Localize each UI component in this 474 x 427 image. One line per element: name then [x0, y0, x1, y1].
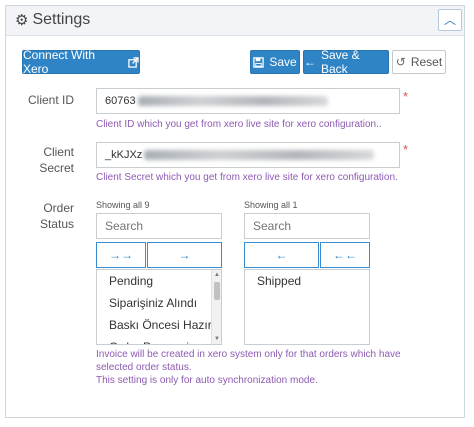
selected-count: Showing all 1 [244, 200, 298, 210]
required-marker: * [403, 89, 409, 104]
scroll-down-icon[interactable]: ▼ [213, 335, 221, 343]
save-label: Save [269, 55, 297, 69]
remove-selected-button[interactable]: ← [244, 242, 319, 268]
order-status-label: Order Status [16, 200, 74, 232]
client-secret-value: _kKJXz [105, 149, 143, 161]
list-item[interactable]: Shipped [245, 270, 369, 292]
available-count: Showing all 9 [96, 200, 150, 210]
chevron-up-icon: ︿ [443, 13, 456, 27]
client-secret-help: Client Secret which you get from xero li… [96, 172, 398, 183]
move-all-button[interactable]: →→ [96, 242, 146, 268]
save-button[interactable]: Save [250, 50, 300, 74]
list-item[interactable]: Siparişiniz Alındı [97, 292, 221, 314]
panel-title-text: Settings [32, 11, 91, 28]
external-link-icon [128, 56, 139, 68]
client-id-value: 60763 [105, 95, 136, 107]
double-arrow-right-icon: →→ [109, 248, 133, 262]
panel-title: ⚙ Settings [15, 11, 90, 29]
client-secret-input[interactable]: _kKJXz [96, 142, 400, 168]
save-icon [253, 56, 265, 68]
available-list[interactable]: Pending Siparişiniz Alındı Baskı Öncesi … [96, 269, 222, 345]
save-and-back-button[interactable]: ← Save & Back [303, 48, 389, 76]
order-status-help-2: selected order status. [96, 362, 192, 373]
scroll-up-icon[interactable]: ▲ [213, 271, 221, 279]
save-back-label: Save & Back [321, 48, 360, 76]
arrow-left-icon: ← [275, 248, 288, 262]
client-id-label: Client ID [27, 93, 74, 107]
client-secret-label: Client Secret [16, 144, 74, 176]
order-status-help-1: Invoice will be created in xero system o… [96, 349, 401, 360]
settings-panel: ⚙ Settings ︿ Connect With Xero Save ← Sa… [5, 5, 465, 418]
selected-list[interactable]: Shipped [244, 269, 370, 345]
order-status-help-3: This setting is only for auto synchroniz… [96, 375, 318, 386]
client-secret-label-line1: Client [43, 145, 74, 159]
list-item[interactable]: Pending [97, 270, 221, 292]
panel-header: ⚙ Settings ︿ [6, 6, 464, 36]
client-secret-label-line2: Secret [39, 161, 74, 175]
required-marker: * [403, 142, 409, 157]
client-id-help: Client ID which you get from xero live s… [96, 119, 382, 130]
connect-with-xero-button[interactable]: Connect With Xero [22, 48, 140, 76]
remove-all-button[interactable]: ←← [320, 242, 370, 268]
reset-button[interactable]: ↺ Reset [392, 50, 446, 74]
list-scrollbar[interactable]: ▲ ▼ [211, 270, 221, 344]
redacted-mask [144, 150, 375, 160]
order-status-label-line1: Order [43, 201, 74, 215]
undo-icon: ↺ [395, 55, 406, 69]
list-item[interactable]: Baskı Öncesi Hazırlık [97, 314, 221, 336]
order-status-label-line2: Status [39, 217, 74, 231]
scroll-thumb[interactable] [214, 282, 220, 300]
arrow-left-icon: ← [304, 55, 316, 69]
gear-icon: ⚙ [15, 11, 29, 29]
collapse-button[interactable]: ︿ [438, 9, 462, 31]
client-id-input[interactable]: 60763 [96, 88, 400, 114]
reset-label: Reset [410, 55, 443, 69]
arrow-right-icon: → [178, 248, 191, 262]
selected-search-input[interactable] [244, 213, 370, 239]
connect-label: Connect With Xero [23, 48, 96, 76]
move-selected-button[interactable]: → [147, 242, 222, 268]
list-item[interactable]: Order Processing [97, 336, 221, 344]
available-search-input[interactable] [96, 213, 222, 239]
redacted-mask [137, 96, 328, 106]
double-arrow-left-icon: ←← [333, 248, 357, 262]
